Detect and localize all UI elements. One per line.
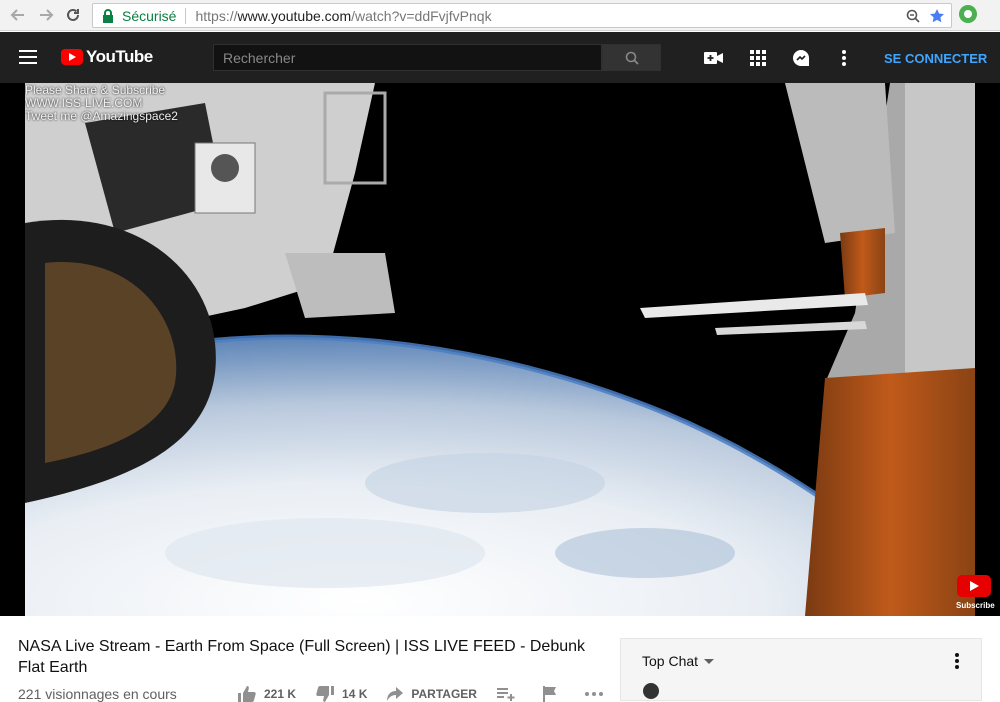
chevron-down-icon[interactable] bbox=[704, 658, 715, 664]
browser-toolbar: Sécurisé https://www.youtube.com/watch?v… bbox=[0, 0, 1000, 31]
messages-icon[interactable] bbox=[790, 47, 812, 69]
playlist-add-icon bbox=[496, 688, 515, 701]
view-count: 221 visionnages en cours bbox=[18, 686, 177, 702]
video-frame[interactable]: Please Share & Subscribe WWW.ISS-LIVE.CO… bbox=[25, 83, 975, 616]
subscribe-watermark[interactable]: Subscribe bbox=[956, 575, 995, 610]
more-actions-button[interactable] bbox=[584, 692, 611, 696]
video-overlay-text: Please Share & Subscribe WWW.ISS-LIVE.CO… bbox=[25, 83, 178, 123]
chat-header: Top Chat bbox=[621, 639, 981, 683]
like-count: 221 K bbox=[264, 687, 297, 701]
url-text: https://www.youtube.com/watch?v=ddFvjfvP… bbox=[195, 7, 492, 24]
search-input[interactable]: Rechercher bbox=[213, 44, 602, 71]
extension-icon[interactable] bbox=[958, 4, 980, 26]
watermark-label: Subscribe bbox=[956, 601, 995, 610]
search-icon bbox=[625, 51, 639, 65]
bookmark-star-icon[interactable] bbox=[927, 6, 947, 26]
share-label: PARTAGER bbox=[411, 687, 477, 701]
space-scene-image bbox=[25, 83, 975, 616]
video-player[interactable]: Please Share & Subscribe WWW.ISS-LIVE.CO… bbox=[0, 83, 1000, 616]
more-vertical-icon[interactable] bbox=[833, 47, 855, 69]
share-button[interactable]: PARTAGER bbox=[387, 687, 477, 701]
upload-video-icon[interactable] bbox=[703, 47, 725, 69]
zoom-icon[interactable] bbox=[903, 6, 923, 26]
logo-text: YouTube bbox=[86, 47, 153, 66]
sign-in-button[interactable]: SE CONNECTER bbox=[884, 51, 987, 66]
chat-menu-icon[interactable] bbox=[955, 653, 959, 674]
share-icon bbox=[387, 687, 404, 701]
chat-message bbox=[643, 683, 963, 699]
youtube-logo[interactable]: YouTube bbox=[61, 47, 153, 67]
apps-grid-icon[interactable] bbox=[747, 47, 769, 69]
dislike-button[interactable]: 14 K bbox=[316, 686, 367, 702]
chat-mode-dropdown[interactable]: Top Chat bbox=[642, 653, 698, 669]
search-button[interactable] bbox=[602, 44, 661, 71]
youtube-play-icon bbox=[61, 49, 83, 65]
address-bar[interactable]: Sécurisé https://www.youtube.com/watch?v… bbox=[92, 3, 952, 28]
report-button[interactable] bbox=[542, 686, 565, 702]
reload-button[interactable] bbox=[60, 2, 86, 28]
video-actions: 221 K 14 K PARTAGER bbox=[238, 686, 631, 702]
like-button[interactable]: 221 K bbox=[238, 686, 296, 702]
more-horizontal-icon bbox=[584, 692, 603, 696]
add-to-playlist-button[interactable] bbox=[496, 687, 523, 701]
flag-icon bbox=[542, 686, 556, 702]
back-button[interactable] bbox=[5, 2, 31, 28]
avatar bbox=[643, 683, 659, 699]
live-chat-panel: Top Chat bbox=[620, 638, 982, 701]
video-title: NASA Live Stream - Earth From Space (Ful… bbox=[18, 638, 586, 676]
secure-label: Sécurisé bbox=[122, 7, 177, 24]
thumbs-down-icon bbox=[316, 686, 335, 702]
youtube-header: YouTube Rechercher SE CONNECTER bbox=[0, 32, 1000, 83]
forward-button[interactable] bbox=[33, 2, 59, 28]
thumbs-up-icon bbox=[238, 686, 256, 702]
dislike-count: 14 K bbox=[342, 687, 368, 701]
lock-icon bbox=[102, 8, 116, 23]
divider bbox=[185, 7, 187, 24]
menu-icon[interactable] bbox=[19, 50, 37, 64]
